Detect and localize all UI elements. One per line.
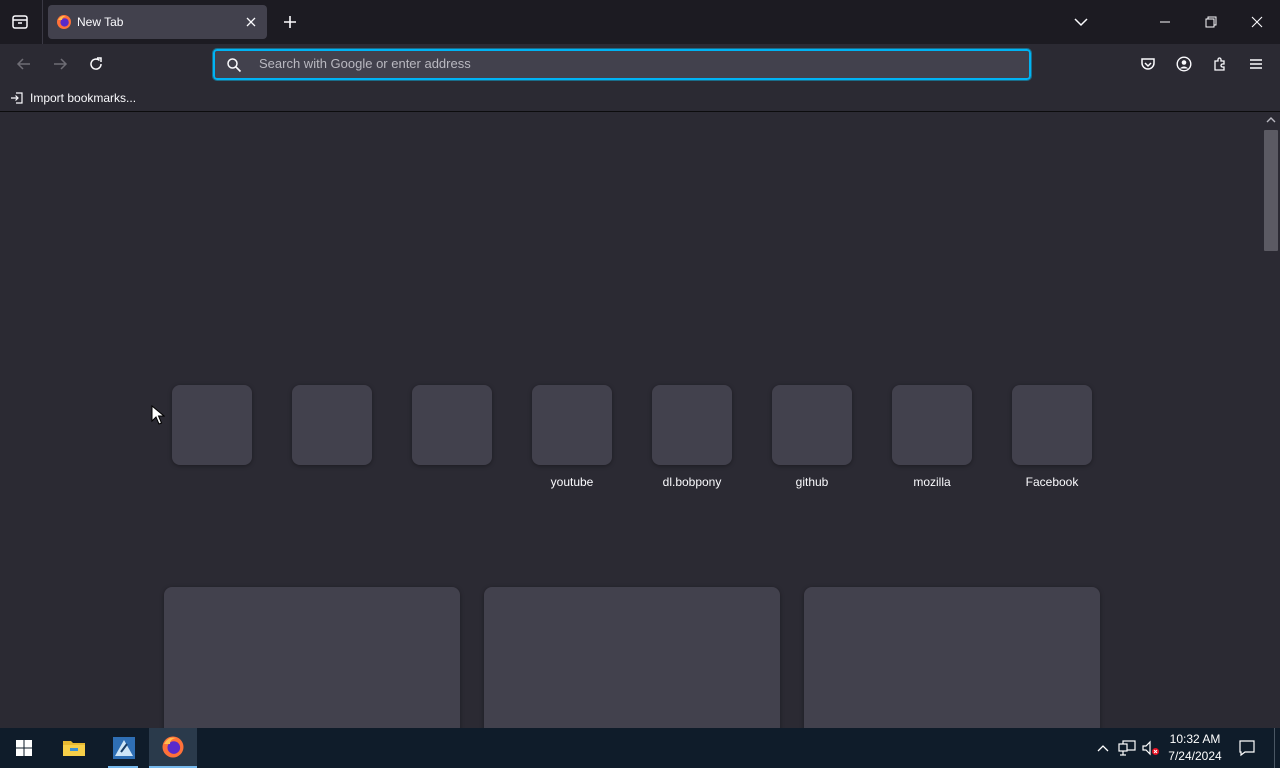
restore-button[interactable] <box>1188 0 1234 44</box>
close-icon <box>246 17 256 27</box>
shortcut-tile-2[interactable] <box>292 385 372 465</box>
network-tray-button[interactable] <box>1117 738 1137 758</box>
shortcut-tile-facebook[interactable] <box>1012 385 1092 465</box>
tab-separator <box>42 0 43 44</box>
tab-new-tab[interactable]: New Tab <box>48 5 267 39</box>
import-bookmarks-label: Import bookmarks... <box>30 91 137 105</box>
scroll-up-arrow-icon[interactable] <box>1266 116 1276 124</box>
bookmarks-toolbar: Import bookmarks... <box>0 84 1280 112</box>
navigation-toolbar: Search with Google or enter address <box>0 44 1280 84</box>
chevron-up-icon <box>1097 745 1109 752</box>
plus-icon <box>284 16 296 28</box>
scrollbar-thumb[interactable] <box>1264 130 1278 251</box>
tab-strip: New Tab <box>0 0 1280 44</box>
story-card-3[interactable] <box>804 587 1100 747</box>
minimize-icon <box>1160 21 1170 23</box>
url-input[interactable]: Search with Google or enter address <box>259 56 471 71</box>
pocket-icon <box>1141 58 1155 70</box>
shortcut-tile-github[interactable] <box>772 385 852 465</box>
notification-icon <box>1239 740 1255 757</box>
show-desktop-button[interactable] <box>1274 728 1275 768</box>
shortcut-tile-3[interactable] <box>412 385 492 465</box>
shortcut-label-youtube: youtube <box>550 475 594 489</box>
taskbar-app[interactable] <box>100 728 148 768</box>
reload-icon <box>90 57 102 70</box>
shortcut-tile-mozilla[interactable] <box>892 385 972 465</box>
windows-start-icon <box>16 740 32 756</box>
chevron-down-icon <box>1074 18 1088 27</box>
account-button[interactable] <box>1168 48 1200 80</box>
taskbar-firefox[interactable] <box>149 728 197 768</box>
shortcut-label-github: github <box>795 475 829 489</box>
firefox-view-button[interactable] <box>4 6 36 38</box>
shortcut-tile-dl-bobpony[interactable] <box>652 385 732 465</box>
taskbar-file-explorer[interactable] <box>50 728 98 768</box>
back-arrow-icon <box>16 58 30 70</box>
firefox-icon <box>57 15 71 29</box>
close-window-button[interactable] <box>1234 0 1280 44</box>
window-close-icon <box>1251 16 1263 28</box>
file-explorer-icon <box>63 741 85 756</box>
new-tab-button[interactable] <box>276 8 304 36</box>
account-icon <box>1176 56 1192 72</box>
shortcut-tile-1[interactable] <box>172 385 252 465</box>
forward-arrow-icon <box>54 58 68 70</box>
reload-button[interactable] <box>80 48 112 80</box>
shortcut-label-facebook: Facebook <box>1025 475 1079 489</box>
import-icon <box>11 92 23 104</box>
tab-title: New Tab <box>77 15 124 29</box>
url-bar[interactable]: Search with Google or enter address <box>212 48 1032 81</box>
minimize-button[interactable] <box>1142 0 1188 44</box>
shortcut-label-mozilla: mozilla <box>913 475 951 489</box>
story-card-2[interactable] <box>484 587 780 747</box>
firefox-taskbar-icon <box>162 736 184 758</box>
volume-tray-button[interactable] <box>1141 738 1161 758</box>
clock-time: 10:32 AM <box>1169 732 1221 746</box>
start-button[interactable] <box>0 728 48 768</box>
back-button[interactable] <box>8 48 40 80</box>
import-bookmarks-button[interactable]: Import bookmarks... <box>10 88 136 108</box>
windows-taskbar: 10:32 AM 7/24/2024 <box>0 728 1280 768</box>
list-all-tabs-button[interactable] <box>1066 8 1096 36</box>
menu-icon <box>1250 59 1262 69</box>
show-hidden-icons-button[interactable] <box>1093 738 1113 758</box>
mouse-cursor-icon <box>151 405 165 425</box>
volume-muted-icon <box>1142 740 1159 756</box>
shortcut-tile-youtube[interactable] <box>532 385 612 465</box>
shortcut-label-dl-bobpony: dl.bobpony <box>662 475 722 489</box>
tab-close-button[interactable] <box>241 12 261 32</box>
vertical-scrollbar[interactable] <box>1262 113 1280 728</box>
app-menu-button[interactable] <box>1240 48 1272 80</box>
search-icon <box>227 58 242 73</box>
extensions-button[interactable] <box>1204 48 1236 80</box>
extensions-icon <box>1214 57 1225 71</box>
forward-button[interactable] <box>44 48 76 80</box>
taskbar-clock[interactable]: 10:32 AM 7/24/2024 <box>1160 731 1230 765</box>
pocket-button[interactable] <box>1132 48 1164 80</box>
clock-date: 7/24/2024 <box>1168 749 1222 763</box>
network-icon <box>1118 740 1136 756</box>
new-tab-page: youtube dl.bobpony github mozilla Facebo… <box>0 113 1262 747</box>
app-icon <box>113 737 135 759</box>
restore-icon <box>1205 16 1217 28</box>
action-center-button[interactable] <box>1237 738 1257 758</box>
story-card-1[interactable] <box>164 587 460 747</box>
tab-list-icon <box>12 15 28 29</box>
